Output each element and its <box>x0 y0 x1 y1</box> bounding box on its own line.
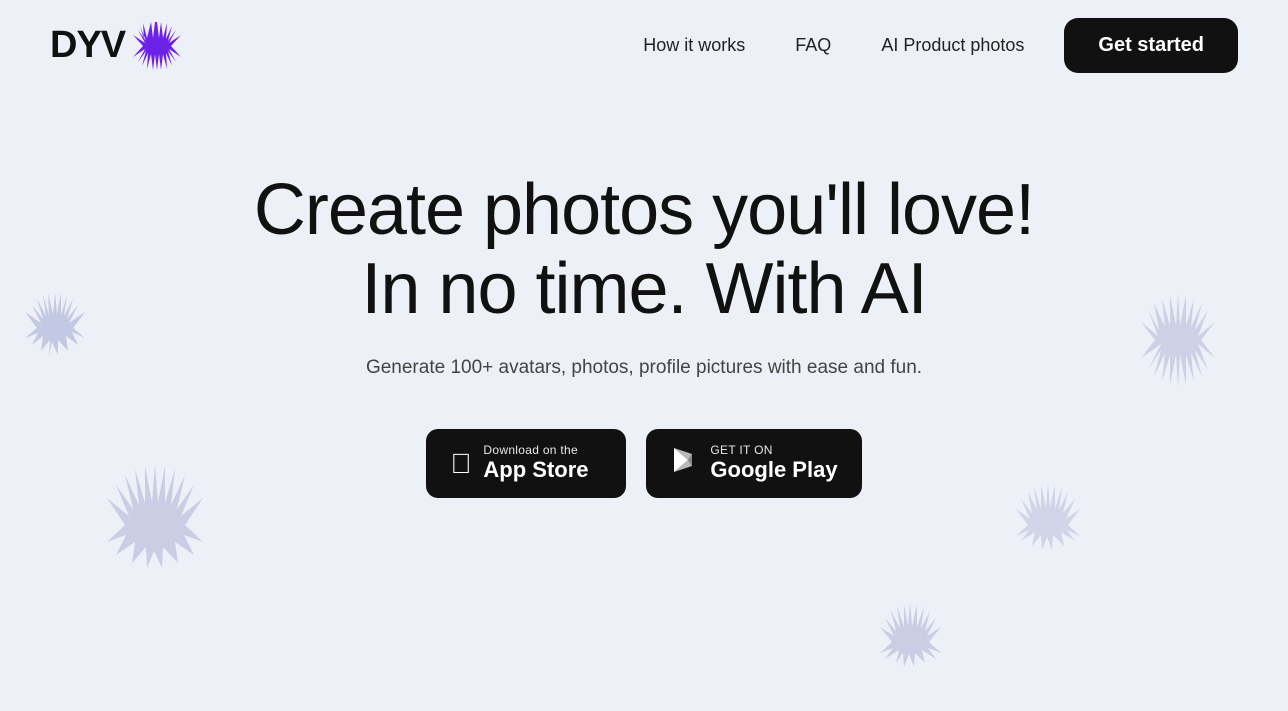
nav-how-it-works[interactable]: How it works <box>643 35 745 56</box>
logo[interactable]: DYV <box>50 20 183 72</box>
app-store-top-label: Download on the <box>483 443 588 457</box>
nav-ai-product-photos[interactable]: AI Product photos <box>881 35 1024 56</box>
app-store-text: Download on the App Store <box>483 443 588 483</box>
google-play-button[interactable]: GET IT ON Google Play <box>646 429 861 497</box>
hero-description: Generate 100+ avatars, photos, profile p… <box>366 357 922 379</box>
hero-section: Create photos you'll love! In no time. W… <box>0 171 1288 498</box>
nav-links: How it works FAQ AI Product photos <box>643 35 1024 56</box>
cta-buttons:  Download on the App Store GET IT ON Go… <box>426 429 861 497</box>
google-play-icon <box>670 446 698 481</box>
hero-title-line1: Create photos you'll love! <box>254 171 1034 250</box>
google-play-top-label: GET IT ON <box>710 443 837 457</box>
apple-icon:  <box>450 448 471 480</box>
logo-text: DYV <box>50 24 125 67</box>
app-store-main-label: App Store <box>483 457 588 483</box>
navbar: DYV How it works FAQ AI Product photos G… <box>0 0 1288 91</box>
google-play-text: GET IT ON Google Play <box>710 443 837 483</box>
nav-faq[interactable]: FAQ <box>795 35 831 56</box>
google-play-main-label: Google Play <box>710 457 837 483</box>
deco-starburst-5 <box>873 600 948 680</box>
app-store-button[interactable]:  Download on the App Store <box>426 429 626 497</box>
hero-title-line2: In no time. With AI <box>361 250 926 329</box>
get-started-button[interactable]: Get started <box>1064 18 1238 73</box>
logo-starburst <box>131 20 183 72</box>
